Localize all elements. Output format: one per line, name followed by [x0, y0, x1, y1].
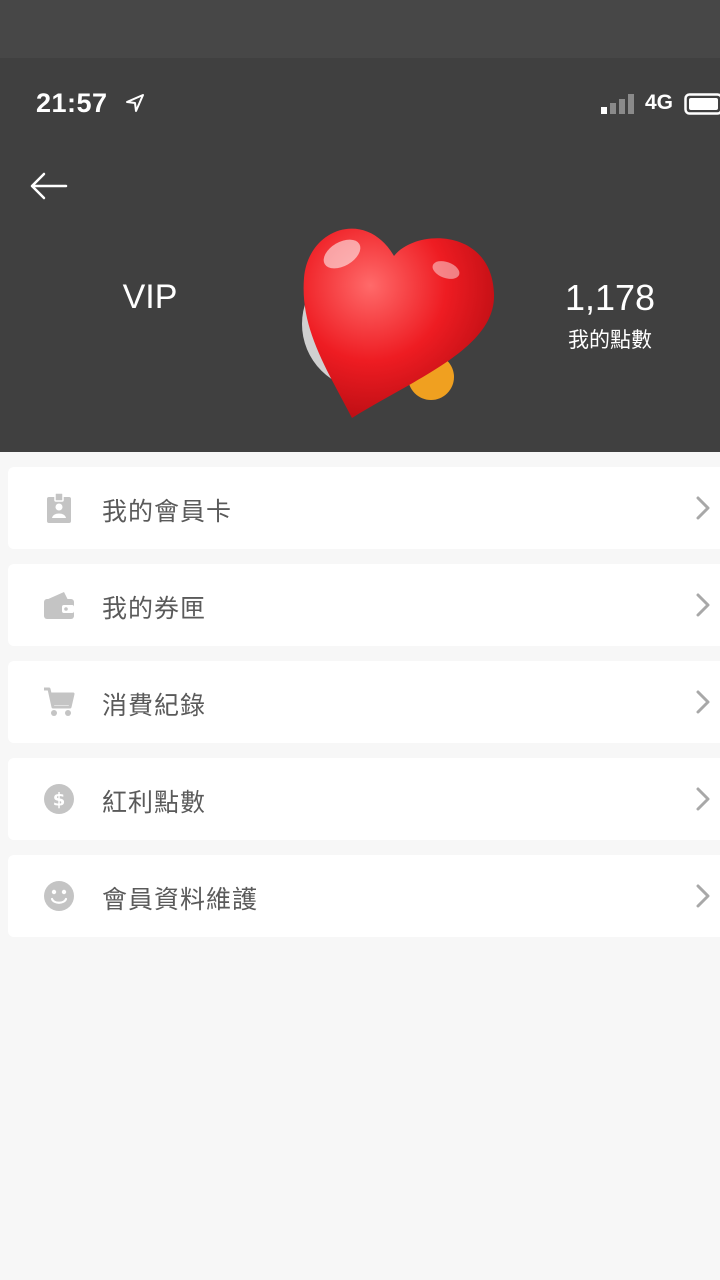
- location-arrow-icon: [126, 94, 144, 112]
- chevron-right-icon: [696, 496, 710, 520]
- menu-item-profile-maintenance[interactable]: 會員資料維護: [8, 855, 720, 937]
- wallet-icon: [44, 592, 74, 619]
- member-level: VIP: [122, 278, 178, 316]
- arrow-left-icon: [30, 172, 68, 200]
- menu-item-coupon-wallet[interactable]: 我的券匣: [8, 564, 720, 646]
- smiley-icon: [44, 881, 74, 911]
- chevron-right-icon: [696, 593, 710, 617]
- chevron-right-icon: [696, 787, 710, 811]
- chevron-right-icon: [696, 884, 710, 908]
- menu-item-label: 紅利點數: [102, 788, 207, 817]
- svg-text:$: $: [53, 790, 66, 811]
- menu-item-label: 消費紀錄: [102, 691, 207, 720]
- menu-item-label: 會員資料維護: [102, 885, 259, 914]
- signal-icon: [601, 94, 634, 114]
- points-caption: 我的點數: [568, 328, 652, 352]
- menu-item-label: 我的券匣: [102, 594, 207, 623]
- member-menu: 我的會員卡 我的券匣 消費紀錄 $ 紅利點數 會員資料維護: [8, 467, 720, 952]
- menu-item-member-card[interactable]: 我的會員卡: [8, 467, 720, 549]
- top-strip: [0, 0, 720, 58]
- battery-icon: [684, 93, 720, 115]
- heart-icon: [303, 228, 495, 418]
- menu-item-bonus-points[interactable]: $ 紅利點數: [8, 758, 720, 840]
- dollar-coin-icon: $: [44, 784, 74, 814]
- menu-item-label: 我的會員卡: [102, 497, 233, 526]
- member-card-icon: [47, 492, 71, 523]
- cart-icon: [44, 687, 75, 716]
- network-type: 4G: [645, 91, 674, 114]
- back-button[interactable]: [26, 166, 70, 206]
- points-value: 1,178: [564, 277, 656, 318]
- chevron-right-icon: [696, 690, 710, 714]
- status-time: 21:57: [36, 88, 108, 118]
- menu-item-purchase-history[interactable]: 消費紀錄: [8, 661, 720, 743]
